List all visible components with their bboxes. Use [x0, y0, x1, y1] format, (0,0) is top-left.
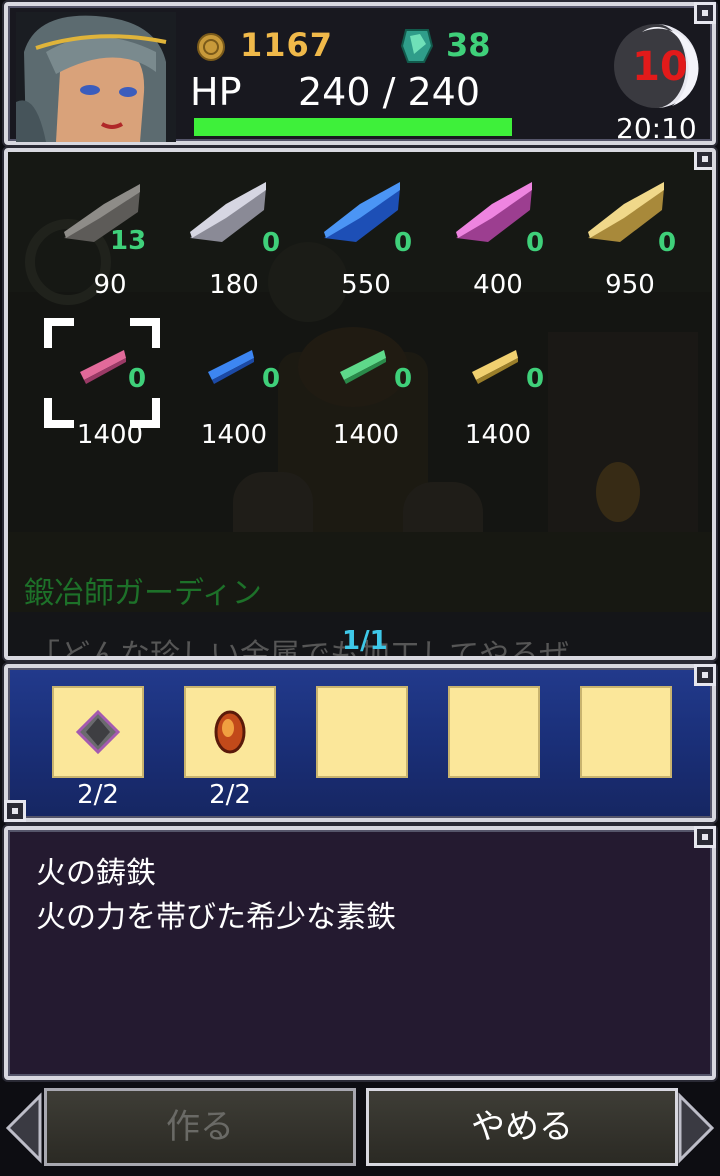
item-count: 13 — [110, 226, 147, 256]
action-bar: 作る やめる — [0, 1082, 720, 1176]
ingot-item[interactable]: 13 90 — [44, 172, 176, 312]
frame-corner-ornament — [694, 664, 716, 686]
item-count: 0 — [394, 228, 413, 258]
ingot-item[interactable]: 0 950 — [564, 172, 696, 312]
gem-count: 38 — [446, 26, 491, 64]
clock: 20:10 — [616, 112, 697, 145]
item-count: 0 — [526, 364, 545, 394]
item-price: 950 — [605, 270, 655, 300]
material-count: 2/2 — [209, 780, 251, 810]
coin-icon — [197, 33, 225, 61]
forge-panel: 13 90 0 180 0 550 0 400 0 950 0 1400 0 1… — [4, 148, 716, 660]
item-price: 90 — [93, 270, 127, 300]
npc-name: 鍛冶師ガーディン — [24, 576, 262, 611]
frame-corner-ornament — [694, 2, 716, 24]
hp-bar-fill — [194, 118, 512, 136]
gold-ingot-icon — [588, 182, 664, 242]
item-price: 400 — [473, 270, 523, 300]
material-slot[interactable] — [52, 686, 144, 778]
ingot-item[interactable]: 0 180 — [168, 172, 300, 312]
item-count: 0 — [526, 228, 545, 258]
hp-value: 240 / 240 — [298, 70, 481, 114]
hero-portrait — [16, 12, 176, 142]
blue-bar-icon — [208, 350, 254, 384]
silver-ingot-icon — [190, 182, 266, 242]
page-indicator: 1/1 — [342, 626, 388, 656]
npc-dialog: 「どんな珍しい金属でも加工してやるぜ。 — [30, 638, 600, 660]
ingot-item[interactable]: 0 1400 — [432, 322, 564, 462]
item-count: 0 — [394, 364, 413, 394]
item-description: 火の力を帯びた希少な素鉄 — [36, 900, 396, 935]
hp-label: HP — [190, 70, 242, 114]
item-count: 0 — [262, 364, 281, 394]
material-slot[interactable] — [448, 686, 540, 778]
gem-icon — [400, 29, 434, 63]
right-ornament-icon — [678, 1092, 715, 1164]
make-button[interactable]: 作る — [44, 1088, 356, 1166]
item-price: 1400 — [332, 420, 400, 450]
material-slot[interactable] — [184, 686, 276, 778]
sapphire-ingot-icon — [324, 182, 400, 242]
green-bar-icon — [340, 350, 386, 384]
ingot-item[interactable]: 0 1400 — [300, 322, 432, 462]
selection-cursor — [44, 318, 160, 428]
ingot-item[interactable]: 0 1400 — [168, 322, 300, 462]
status-bar: 1167 38 HP 240 / 240 10 20:10 — [4, 2, 716, 145]
coin-count: 1167 — [240, 26, 334, 64]
frame-corner-ornament — [4, 800, 26, 822]
item-price: 550 — [341, 270, 391, 300]
left-ornament-icon — [5, 1092, 42, 1164]
material-slots-panel: 2/2 2/2 — [4, 664, 716, 822]
material-slot[interactable] — [316, 686, 408, 778]
item-name: 火の鋳鉄 — [36, 856, 156, 891]
item-price: 1400 — [200, 420, 268, 450]
day-counter: 10 — [632, 44, 688, 90]
pink-ingot-icon — [456, 182, 532, 242]
gold-bar-icon — [472, 350, 518, 384]
item-price: 180 — [209, 270, 259, 300]
material-slot[interactable] — [580, 686, 672, 778]
item-price: 1400 — [464, 420, 532, 450]
material-count: 2/2 — [77, 780, 119, 810]
description-panel: 火の鋳鉄 火の力を帯びた希少な素鉄 — [4, 826, 716, 1080]
frame-corner-ornament — [694, 152, 712, 170]
ingot-item[interactable]: 0 550 — [300, 172, 432, 312]
quit-button[interactable]: やめる — [366, 1088, 678, 1166]
hp-bar — [194, 118, 512, 136]
frame-corner-ornament — [694, 826, 716, 848]
item-count: 0 — [262, 228, 281, 258]
ingot-item[interactable]: 0 400 — [432, 172, 564, 312]
dark-ore-icon — [75, 709, 121, 755]
item-count: 0 — [658, 228, 677, 258]
fire-gem-icon — [214, 710, 246, 754]
